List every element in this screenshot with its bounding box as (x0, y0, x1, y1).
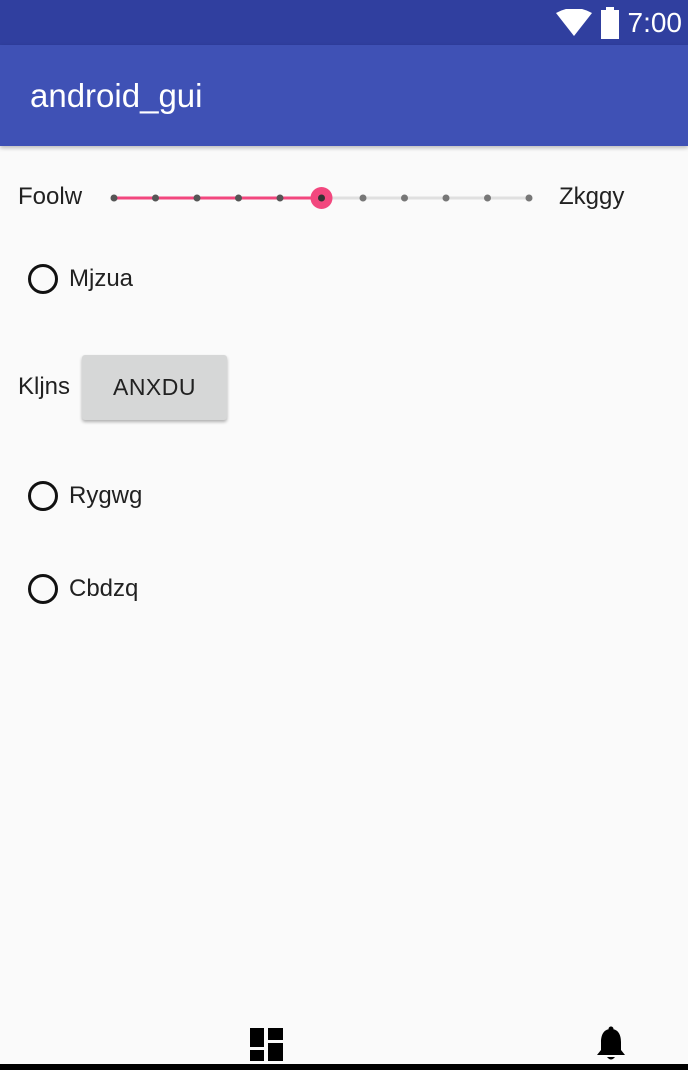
slider-tick (152, 194, 159, 202)
slider-tick (442, 194, 450, 202)
radio-option-mjzua[interactable]: Mjzua (28, 259, 133, 299)
dashboard-icon[interactable] (250, 1028, 283, 1061)
radio-label: Mjzua (69, 265, 134, 292)
discrete-slider[interactable] (104, 183, 544, 213)
radio-option-rygwg[interactable]: Rygwg (28, 476, 142, 516)
radio-button[interactable] (28, 264, 58, 294)
slider-tick (235, 194, 242, 202)
status-icons: 7:00 (555, 0, 683, 45)
radio-button[interactable] (28, 481, 58, 511)
slider-max-label: Zkggy (559, 183, 625, 210)
slider-tick (276, 194, 284, 202)
clock: 7:00 (627, 6, 683, 38)
radio-label: Cbdzq (69, 575, 139, 602)
app-bar: android_gui (0, 45, 688, 146)
button-row-label: Kljns (18, 373, 71, 400)
slider-tick (193, 194, 201, 202)
radio-option-cbdzq[interactable]: Cbdzq (28, 569, 138, 609)
slider-thumb-dot (318, 194, 325, 202)
anxdu-button[interactable]: ANXDU (82, 355, 227, 420)
slider-tick (401, 194, 408, 202)
slider-tick (110, 194, 118, 202)
slider-min-label: Foolw (18, 183, 83, 210)
app-title: android_gui (30, 77, 203, 114)
slider-tick (525, 194, 533, 202)
status-bar: 7:00 (0, 0, 688, 45)
bottom-edge (0, 1064, 688, 1070)
slider-tick (359, 194, 367, 202)
radio-label: Rygwg (69, 482, 143, 509)
radio-button[interactable] (28, 574, 58, 604)
slider-tick (484, 194, 491, 202)
notifications-icon[interactable] (596, 1026, 626, 1062)
wifi-icon (555, 8, 592, 36)
battery-icon (600, 6, 619, 39)
